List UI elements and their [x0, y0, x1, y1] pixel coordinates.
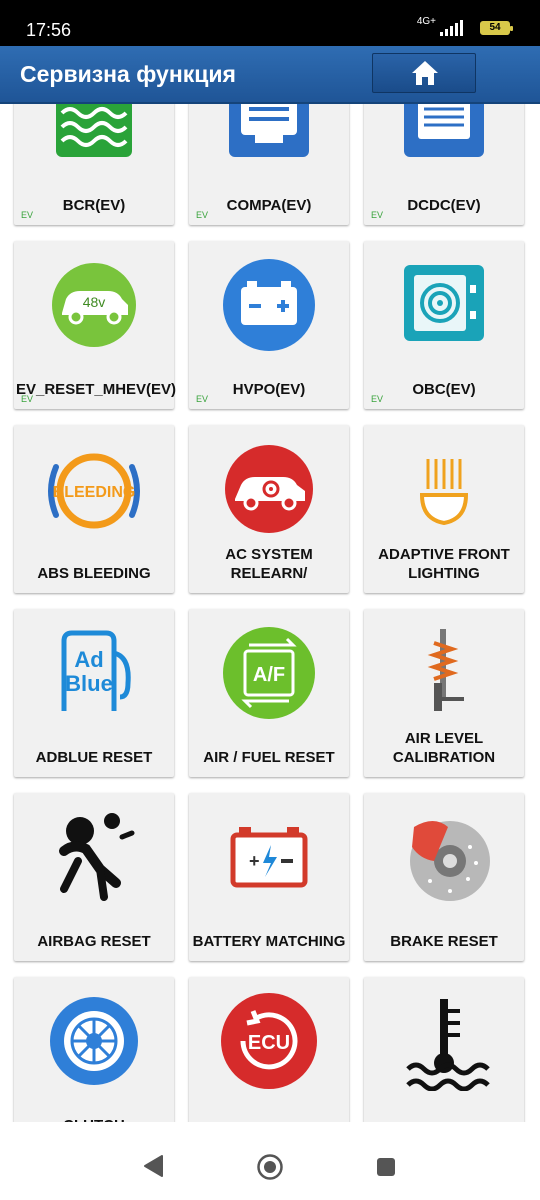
air-fuel-icon: A/F: [219, 623, 319, 723]
page-title: Сервизна функция: [20, 61, 236, 87]
function-tile-label: OBC(EV): [412, 381, 476, 398]
headlight-icon: [394, 439, 494, 539]
svg-text:+: +: [249, 851, 260, 871]
function-tile-label: EV_RESET_MHEV(EV): [16, 381, 177, 398]
function-tile[interactable]: BRAKE RESET: [364, 793, 524, 961]
home-circle-icon[interactable]: [256, 1153, 284, 1181]
function-tile[interactable]: 48v EV_RESET_MHEV(EV) EV: [14, 241, 177, 409]
function-tile[interactable]: COMPA(EV) EV: [189, 104, 349, 225]
svg-text:BLEEDING: BLEEDING: [53, 484, 136, 501]
battery-icon: [219, 255, 319, 355]
function-tile-label: AIR / FUEL RESET: [203, 749, 335, 766]
back-icon[interactable]: [142, 1154, 164, 1178]
function-tile-label: HVPO(EV): [232, 381, 306, 398]
recents-icon[interactable]: [376, 1157, 396, 1177]
svg-text:Blue: Blue: [65, 671, 113, 696]
function-tile[interactable]: OBC(EV) EV: [364, 241, 524, 409]
suspension-icon: [394, 623, 494, 723]
battery-status-icon: 54: [480, 21, 513, 35]
adblue-icon: Ad Blue: [44, 623, 144, 723]
battery-level: 54: [489, 22, 501, 33]
home-icon: [412, 61, 438, 85]
svg-text:A/F: A/F: [253, 664, 285, 686]
function-tile-label: ADBLUE RESET: [35, 749, 153, 766]
function-tile[interactable]: [364, 977, 524, 1122]
abs-bleeding-icon: BLEEDING: [44, 439, 144, 539]
ev-tag: EV: [21, 210, 34, 220]
function-tile[interactable]: AIR LEVEL CALIBRATION: [364, 609, 524, 777]
home-button[interactable]: [372, 53, 476, 93]
function-tile[interactable]: BLEEDING ABS BLEEDING: [14, 425, 174, 593]
ecu-reset-icon: ECU: [219, 991, 319, 1091]
function-tile-label: CLUTCH: [16, 1116, 172, 1122]
status-time: 17:56: [26, 20, 72, 40]
function-tile[interactable]: ECU: [189, 977, 349, 1122]
system-nav-bar: [0, 1134, 540, 1200]
function-tile-label: BCR(EV): [62, 197, 126, 214]
function-tile[interactable]: ADAPTIVE FRONT LIGHTING: [364, 425, 524, 593]
svg-text:ECU: ECU: [248, 1032, 290, 1054]
function-tile-label: AIR LEVEL CALIBRATION: [392, 730, 496, 766]
ev-tag: EV: [371, 210, 384, 220]
function-tile-label: AC SYSTEM RELEARN/: [225, 546, 313, 582]
function-tile-label: COMPA(EV): [226, 197, 312, 214]
battery-matching-icon: +: [219, 807, 319, 907]
48v-car-icon: 48v: [44, 255, 144, 355]
ev-tag: EV: [21, 394, 34, 404]
function-tile-label: BRAKE RESET: [390, 933, 498, 950]
function-tile[interactable]: DCDC(EV) EV: [364, 104, 524, 225]
function-tile-label: BATTERY MATCHING: [192, 933, 346, 950]
function-tile[interactable]: AC SYSTEM RELEARN/: [189, 425, 349, 593]
function-tile-label: AIRBAG RESET: [37, 933, 151, 950]
airbag-icon: [44, 807, 144, 907]
function-tile[interactable]: A/F AIR / FUEL RESET: [189, 609, 349, 777]
function-tile[interactable]: HVPO(EV) EV: [189, 241, 349, 409]
ev-tag: EV: [371, 394, 384, 404]
charger-icon: [394, 255, 494, 355]
brake-disc-icon: [394, 807, 494, 907]
signal-icon: [440, 20, 463, 36]
status-bar: 17:56 4G+ 54: [0, 0, 540, 46]
ev-tag: EV: [196, 394, 209, 404]
app-header: Сервизна функция: [0, 46, 540, 104]
function-tile[interactable]: AIRBAG RESET: [14, 793, 174, 961]
function-tile[interactable]: + BATTERY MATCHING: [189, 793, 349, 961]
coolant-temp-icon: [394, 991, 494, 1092]
compressor-icon: [219, 104, 319, 171]
function-tile-label: DCDC(EV): [407, 197, 481, 214]
clutch-icon: [44, 991, 144, 1091]
function-tile-label: ADAPTIVE FRONT LIGHTING: [378, 546, 510, 582]
svg-text:48v: 48v: [83, 294, 106, 310]
function-tile-label: ABS BLEEDING: [37, 565, 151, 582]
function-tile[interactable]: CLUTCH: [14, 977, 174, 1122]
dcdc-converter-icon: [394, 104, 494, 171]
ac-car-icon: [219, 439, 319, 539]
function-tile[interactable]: BCR(EV) EV: [14, 104, 174, 225]
ev-tag: EV: [196, 210, 209, 220]
network-type: 4G+: [416, 16, 436, 27]
coolant-tank-icon: [44, 104, 144, 171]
svg-text:Ad: Ad: [74, 647, 103, 672]
function-grid[interactable]: BCR(EV) EV COMPA(EV) EV DCDC(EV) EV 48v EV_RESE…: [0, 104, 540, 1122]
function-tile[interactable]: Ad Blue ADBLUE RESET: [14, 609, 174, 777]
